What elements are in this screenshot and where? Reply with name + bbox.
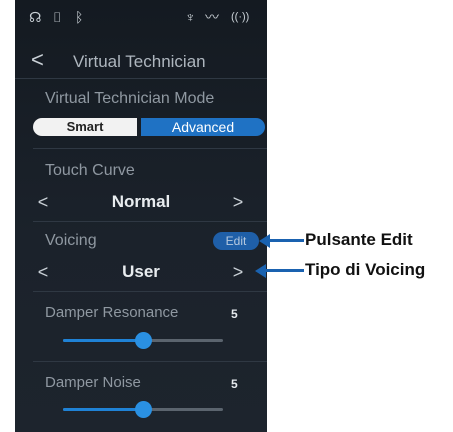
back-chevron-icon[interactable]: < [31,48,44,72]
touch-curve-next-icon[interactable]: > [228,192,248,213]
damper-noise-thumb[interactable] [135,401,152,418]
divider [33,361,267,362]
page-title: Virtual Technician [73,52,206,71]
damper-resonance-label: Damper Resonance [45,304,179,321]
damper-noise-slider[interactable] [63,401,223,418]
touch-curve-label: Touch Curve [45,162,135,179]
status-bar: ☊ ⌷ ᛒ ♆ 〰 ((·)) [15,0,267,34]
divider [33,221,267,222]
voicing-next-icon[interactable]: > [228,262,248,283]
bluetooth-icon: ᛒ [75,9,84,25]
voicing-callout-line [264,269,304,272]
wireless-icon: ((·)) [231,11,250,23]
voicing-selector: < User > [15,258,267,288]
mode-label: Virtual Technician Mode [45,90,215,107]
edit-callout-line [268,239,304,242]
divider [33,148,267,149]
microphone-icon: ♆ [185,9,196,25]
headphones-icon: ☊ [29,9,42,25]
mode-advanced-option[interactable]: Advanced [141,118,265,136]
damper-resonance-value: 5 [231,307,238,321]
edit-callout-label: Pulsante Edit [305,230,413,249]
damper-resonance-slider[interactable] [63,332,223,349]
damper-resonance-thumb[interactable] [135,332,152,349]
damper-resonance-fill [63,339,143,342]
voicing-callout-label: Tipo di Voicing [305,260,426,279]
voicing-label: Voicing [45,232,97,249]
mode-smart-option[interactable]: Smart [33,118,137,136]
divider [33,291,267,292]
header: < Virtual Technician [15,44,267,79]
wave-icon: 〰 [205,9,219,25]
voicing-edit-button[interactable]: Edit [213,232,259,250]
damper-noise-label: Damper Noise [45,374,141,391]
usb-icon: ⌷ [53,9,62,25]
damper-noise-value: 5 [231,377,238,391]
touch-curve-selector: < Normal > [15,188,267,218]
damper-noise-fill [63,408,143,411]
mode-toggle[interactable]: Smart Advanced [33,118,265,136]
device-screen: ☊ ⌷ ᛒ ♆ 〰 ((·)) < Virtual Technician Vir… [15,0,267,432]
